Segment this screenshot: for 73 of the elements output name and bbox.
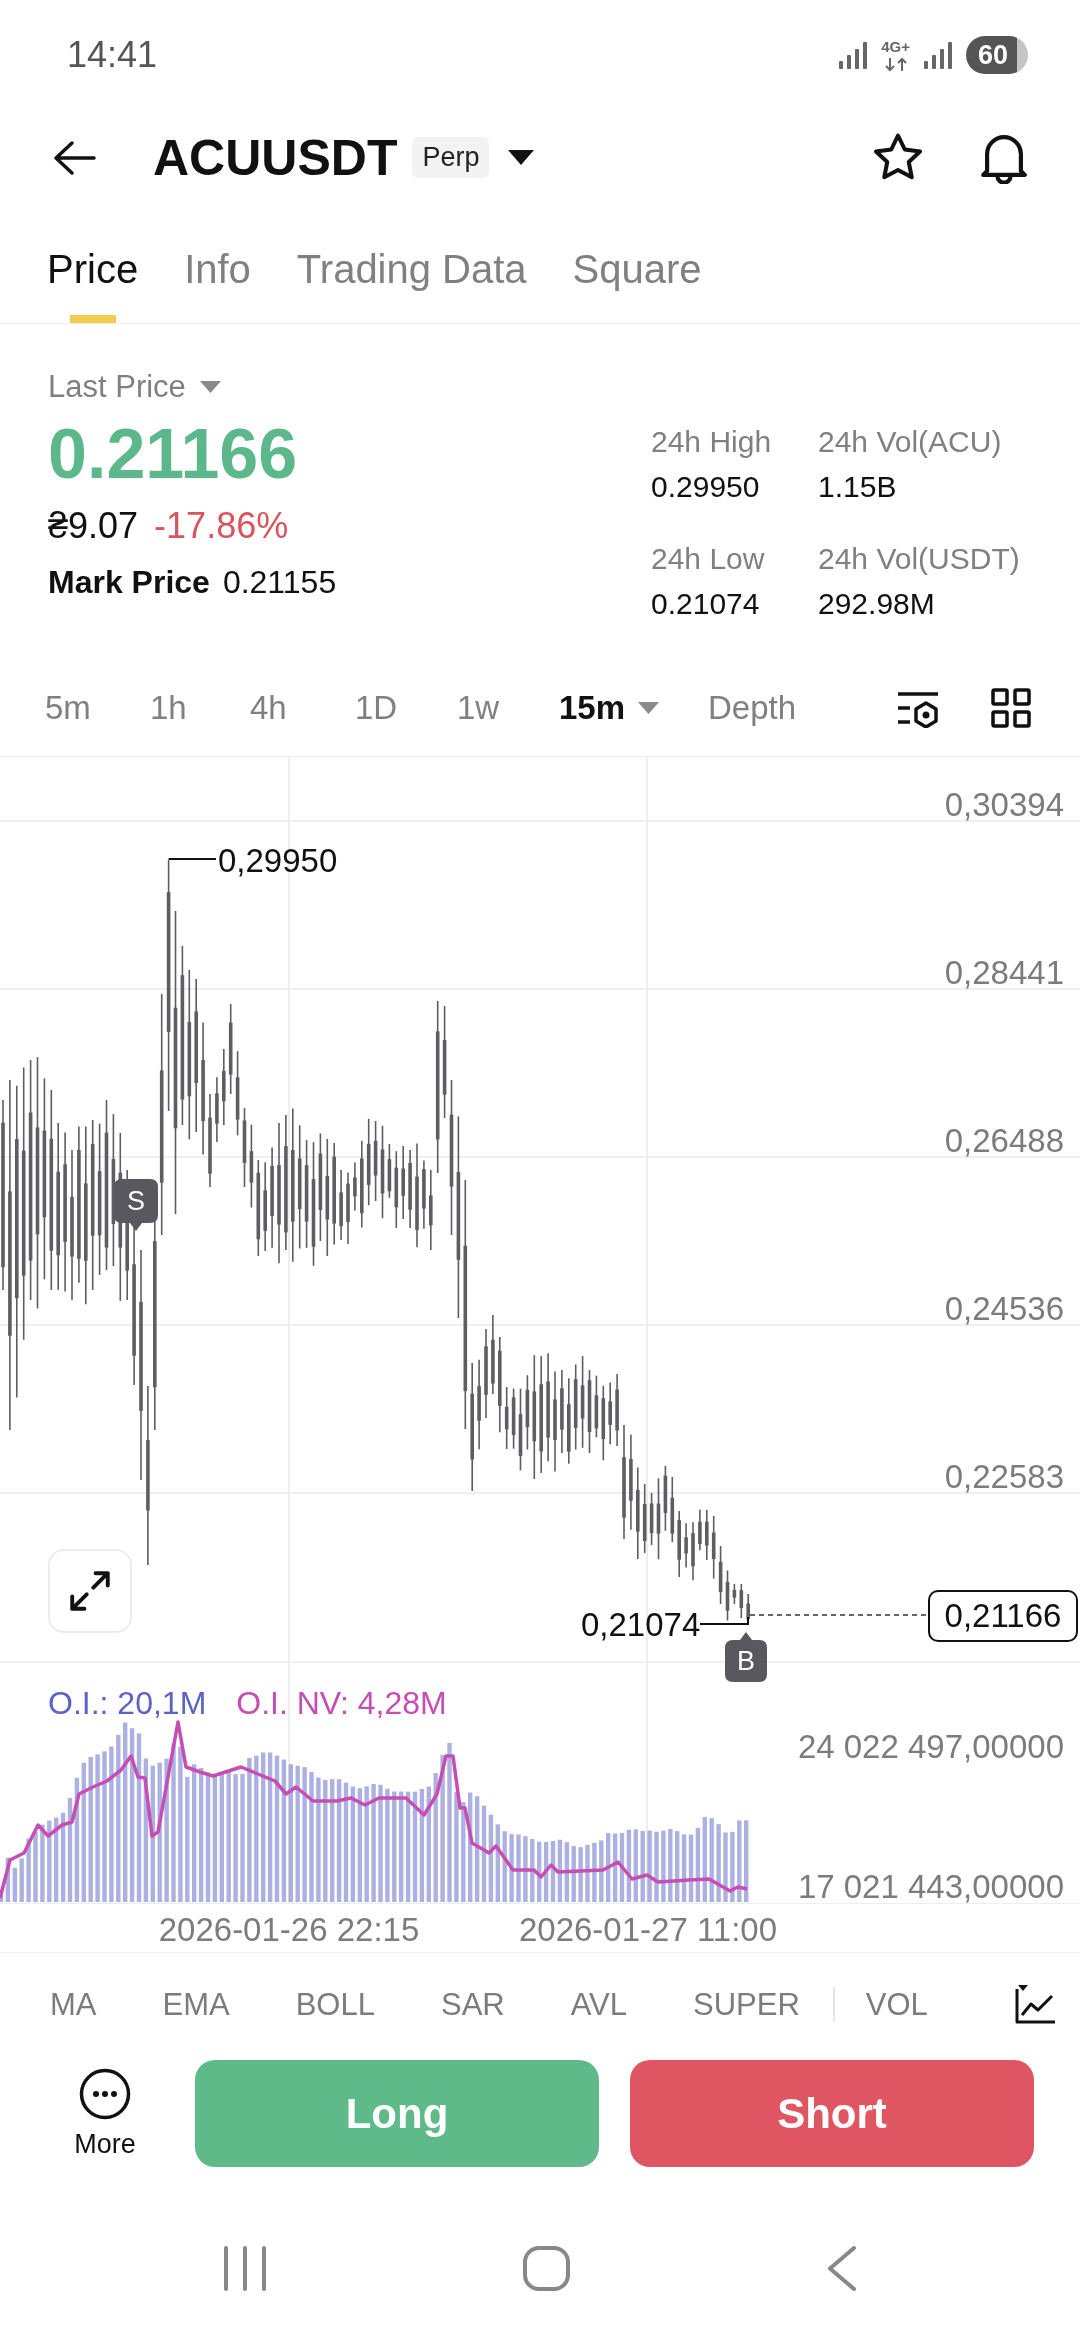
tab[interactable]: Info bbox=[184, 245, 251, 323]
network-type: 4G+ bbox=[881, 38, 910, 55]
line-chart-icon[interactable] bbox=[1014, 1984, 1056, 2025]
stat-label: 24h Low bbox=[651, 541, 765, 577]
status-time: 14:41 bbox=[67, 34, 158, 76]
buy-marker[interactable]: B bbox=[725, 1632, 767, 1682]
tab[interactable]: Price bbox=[47, 245, 139, 323]
interval-tab[interactable]: 4h bbox=[250, 688, 287, 728]
x-axis-label: 2026-01-26 22:15 bbox=[158, 1910, 420, 1950]
home-icon[interactable] bbox=[522, 2246, 570, 2291]
legend-label: O.I.: 20,1M bbox=[48, 1684, 207, 1722]
contract-tag: Perp bbox=[412, 137, 490, 178]
price-change: -17.86% bbox=[154, 504, 289, 547]
battery-indicator: 60 bbox=[966, 36, 1028, 74]
indicator-tab[interactable]: BOLL bbox=[295, 1984, 375, 2025]
price-type-dropdown[interactable]: Last Price bbox=[48, 368, 221, 405]
leader-line bbox=[167, 858, 217, 860]
sell-marker[interactable]: S bbox=[114, 1179, 158, 1231]
indicator-tab[interactable]: EMA bbox=[162, 1984, 230, 2025]
current-price-tag: 0,21166 bbox=[928, 1590, 1078, 1642]
indicator-tab[interactable]: VOL bbox=[865, 1984, 928, 2025]
expand-icon bbox=[70, 1571, 110, 1611]
legend-label: O.I. NV: 4,28M bbox=[236, 1684, 447, 1722]
short-button[interactable]: Short bbox=[630, 2060, 1034, 2167]
y-axis-label: 0,30394 bbox=[944, 785, 1064, 825]
last-price: 0.21166 bbox=[48, 416, 298, 493]
mark-price-value: 0.21155 bbox=[222, 564, 337, 601]
data-arrows-icon bbox=[882, 56, 909, 72]
low-price-label: 0,21074 bbox=[581, 1605, 701, 1645]
caret-icon bbox=[199, 380, 221, 393]
mark-price-label: Mark Price bbox=[48, 564, 210, 601]
stat-value: 1.15B bbox=[818, 469, 897, 505]
y-axis-label: 0,28441 bbox=[944, 953, 1064, 993]
back-icon[interactable] bbox=[825, 2246, 857, 2291]
interval-tab[interactable]: Depth bbox=[708, 688, 797, 728]
y-axis-label: 0,22583 bbox=[944, 1457, 1064, 1497]
interval-tab[interactable]: 1w bbox=[457, 688, 500, 728]
interval-tab[interactable]: 5m bbox=[45, 688, 91, 728]
x-axis-label: 2026-01-27 11:00 bbox=[518, 1910, 778, 1950]
tab[interactable]: Trading Data bbox=[296, 245, 527, 323]
symbol-title[interactable]: ACUUSDT bbox=[153, 128, 398, 187]
tab[interactable]: Square bbox=[572, 245, 702, 323]
more-button[interactable]: More bbox=[50, 2067, 160, 2160]
y-axis-label: 17 021 443,00000 bbox=[797, 1867, 1064, 1907]
stat-value: 0.29950 bbox=[651, 469, 760, 505]
y-axis-label: 0,24536 bbox=[944, 1289, 1064, 1329]
interval-tab[interactable]: 1D bbox=[355, 688, 398, 728]
back-arrow-icon[interactable] bbox=[52, 139, 96, 176]
indicator-tab[interactable]: SUPER bbox=[693, 1984, 800, 2025]
y-axis-label: 0,26488 bbox=[944, 1121, 1064, 1161]
stat-label: 24h High bbox=[651, 424, 772, 460]
y-axis-label: 24 022 497,00000 bbox=[797, 1727, 1064, 1767]
indicator-tab[interactable]: MA bbox=[50, 1984, 97, 2025]
interval-tab[interactable]: 1h bbox=[150, 688, 187, 728]
stat-value: 292.98M bbox=[818, 586, 935, 622]
fiat-price: ₴9.07 bbox=[48, 504, 139, 547]
indicator-tab[interactable]: AVL bbox=[570, 1984, 627, 2025]
grid-icon[interactable] bbox=[991, 688, 1031, 728]
stat-label: 24h Vol(USDT) bbox=[818, 541, 1020, 577]
stat-value: 0.21074 bbox=[651, 586, 760, 622]
indicator-tab[interactable]: SAR bbox=[440, 1984, 505, 2025]
stat-label: 24h Vol(ACU) bbox=[818, 424, 1002, 460]
signal-icon bbox=[924, 41, 952, 69]
recent-apps-icon[interactable] bbox=[223, 2246, 267, 2291]
high-price-label: 0,29950 bbox=[218, 841, 338, 881]
interval-tab[interactable]: 15m bbox=[559, 688, 660, 728]
signal-icon bbox=[839, 41, 868, 69]
leader-line bbox=[699, 1616, 749, 1625]
fullscreen-button[interactable] bbox=[48, 1549, 132, 1633]
long-button[interactable]: Long bbox=[195, 2060, 599, 2167]
more-icon bbox=[79, 2067, 131, 2120]
caret-icon bbox=[638, 702, 660, 714]
caret-icon[interactable] bbox=[508, 149, 535, 166]
